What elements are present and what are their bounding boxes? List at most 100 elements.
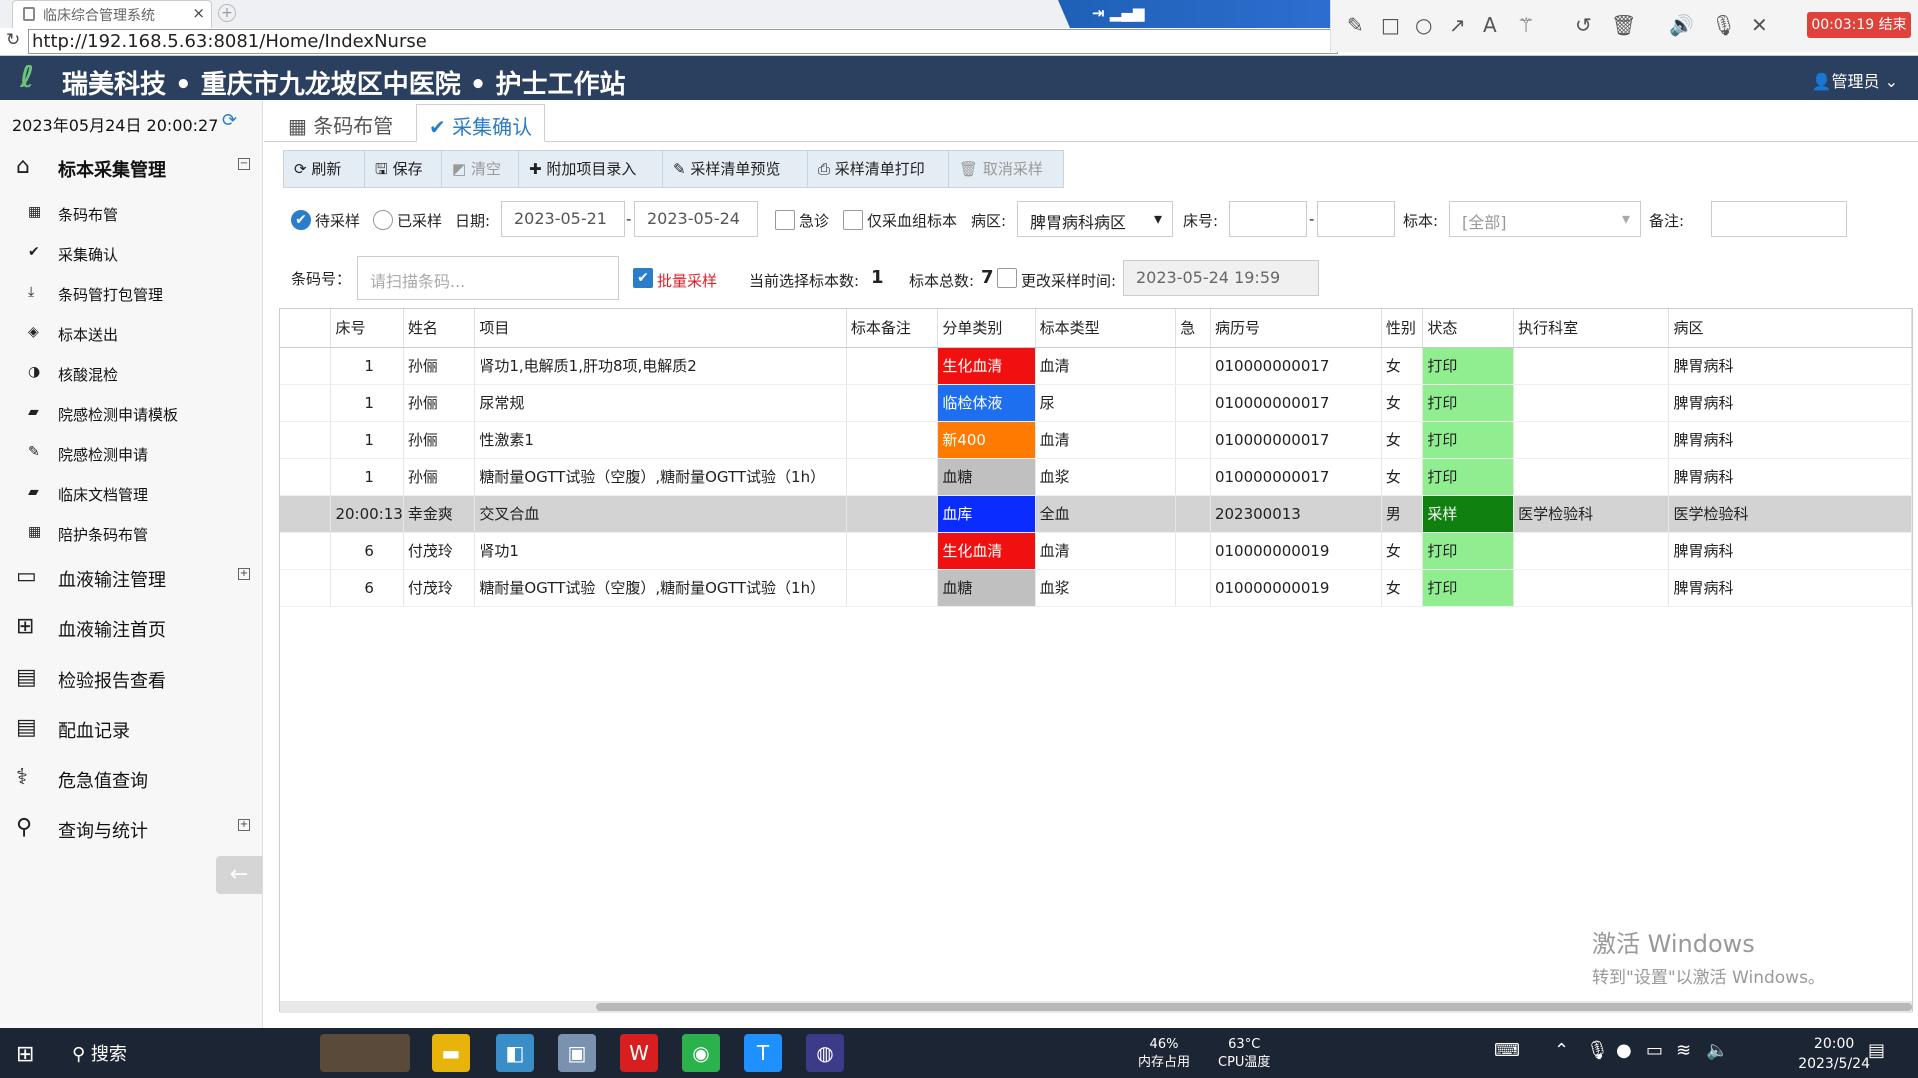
barcode-input[interactable]: 请扫描条码... — [357, 256, 619, 300]
user-menu[interactable]: 👤管理员 ⌄ — [1812, 68, 1898, 92]
text-icon[interactable]: A — [1483, 13, 1497, 37]
microphone-icon[interactable]: 🎙 — [1586, 1040, 1609, 1061]
column-header[interactable]: 急 — [1175, 309, 1211, 348]
pending-radio[interactable]: ✔ — [291, 210, 311, 230]
column-header[interactable]: 床号 — [330, 309, 404, 348]
sidebar-item-pack[interactable]: ⤓ 条码管打包管理 — [0, 276, 262, 312]
expand-icon[interactable]: + — [238, 568, 250, 580]
bed-from-input[interactable] — [1229, 201, 1307, 237]
sidebar-item-template[interactable]: ▰ 院感检测申请模板 — [0, 396, 262, 432]
ward-select[interactable]: 脾胃病科病区 ▾ — [1017, 201, 1173, 237]
wps-icon[interactable]: W — [620, 1034, 658, 1072]
table-row[interactable]: 1 孙俪 糖耐量OGTT试验（空腹）,糖耐量OGTT试验（1h） 血糖 血浆 010000… — [280, 458, 1912, 496]
taskbar-search[interactable]: ⚲ 搜索 — [72, 1040, 127, 1066]
sidebar-item-nucleic[interactable]: ◑ 核酸混检 — [0, 356, 262, 392]
collapse-sidebar-button[interactable]: ← — [216, 856, 262, 894]
column-header[interactable]: 标本类型 — [1035, 309, 1177, 348]
remote-app-icon[interactable]: ▣ — [558, 1034, 596, 1072]
refresh-icon[interactable]: ⟳ — [222, 110, 237, 131]
notification-icon[interactable]: ▤ — [1868, 1040, 1885, 1061]
recording-timer[interactable]: 00:03:19 结束 — [1807, 12, 1911, 38]
specimen-select[interactable]: [全部] ▾ — [1449, 201, 1641, 237]
sidebar-item-collect-confirm[interactable]: ✔ 采集确认 — [0, 236, 262, 272]
close-icon[interactable]: ✕ — [1751, 13, 1768, 37]
close-tab-icon[interactable]: × — [192, 4, 205, 22]
sidebar-group-reports[interactable]: ▤ 检验报告查看 — [0, 655, 262, 701]
column-header[interactable]: 病区 — [1668, 309, 1912, 348]
wifi-icon[interactable]: ≋ — [1676, 1040, 1691, 1061]
arrow-icon[interactable]: ↗ — [1449, 13, 1466, 37]
sidebar-group-critical[interactable]: ⚕ 危急值查询 — [0, 755, 262, 801]
urgent-checkbox[interactable] — [775, 210, 795, 230]
undo-icon[interactable]: ↺ — [1575, 13, 1592, 37]
clear-button[interactable]: ◩ 清空 — [441, 150, 519, 188]
column-header[interactable]: 项目 — [474, 309, 847, 348]
change-time-checkbox[interactable] — [997, 268, 1017, 288]
save-button[interactable]: 🖫 保存 — [364, 150, 442, 188]
file-explorer-icon[interactable]: ▬ — [432, 1034, 470, 1072]
blood-only-checkbox[interactable] — [843, 210, 863, 230]
column-header[interactable]: 标本备注 — [846, 309, 939, 348]
table-row[interactable]: 1 孙俪 性激素1 新400 血清 010000000017 女打印 脾胃病科 — [280, 421, 1912, 459]
battery-icon[interactable]: ▭ — [1646, 1040, 1663, 1061]
cancel-sampling-button[interactable]: 🗑 取消采样 — [948, 150, 1064, 188]
table-row[interactable]: 6 付茂玲 肾功1 生化血清 血清 010000000019 女打印 脾胃病科 — [280, 532, 1912, 570]
sidebar-group-transfusion[interactable]: ▭ 血液输注管理 + — [0, 554, 262, 600]
new-tab-button[interactable]: + — [218, 4, 236, 22]
column-header[interactable]: 性别 — [1381, 309, 1424, 348]
expand-icon[interactable]: + — [238, 819, 250, 831]
tab-collect-confirm[interactable]: ✔ 采集确认 — [416, 104, 546, 142]
sidebar-item-send[interactable]: ◈ 标本送出 — [0, 316, 262, 352]
browser-app-icon[interactable]: ◍ — [806, 1034, 844, 1072]
pencil-icon[interactable]: ✎ — [1347, 13, 1364, 37]
scrollbar-thumb[interactable] — [596, 1003, 1912, 1011]
keyboard-icon[interactable]: ⌨ — [1494, 1040, 1520, 1061]
note-input[interactable] — [1711, 201, 1847, 237]
column-header[interactable]: 分单类别 — [937, 309, 1036, 348]
add-item-button[interactable]: ✚ 附加项目录入 — [518, 150, 663, 188]
url-input[interactable]: http://192.168.5.63:8081/Home/IndexNurse — [28, 29, 1338, 54]
sidebar-group-transfusion-home[interactable]: ⊞ 血液输注首页 — [0, 604, 262, 650]
sampled-radio[interactable] — [373, 210, 393, 230]
sidebar-group-specimen[interactable]: ⌂ 标本采集管理 − — [0, 144, 262, 190]
column-header[interactable]: 病历号 — [1210, 309, 1382, 348]
date-to-input[interactable]: 2023-05-24 — [634, 201, 758, 237]
taskbar-clock[interactable]: 20:00 2023/5/24 — [1798, 1034, 1870, 1074]
microphone-icon[interactable]: 🎙 — [1711, 13, 1736, 37]
notepad-icon[interactable]: ◧ — [496, 1034, 534, 1072]
square-icon[interactable]: □ — [1381, 13, 1400, 37]
sidebar-item-escort-barcode[interactable]: ▦ 陪护条码布管 — [0, 516, 262, 552]
bed-to-input[interactable] — [1317, 201, 1395, 237]
sidebar-group-stats[interactable]: ⚲ 查询与统计 + — [0, 805, 262, 851]
date-from-input[interactable]: 2023-05-21 — [501, 201, 625, 237]
sidebar-item-documents[interactable]: ▰ 临床文档管理 — [0, 476, 262, 512]
table-row[interactable]: 20:00:13 幸金爽 交叉合血 血库 全血 202300013 男采样 医学检验科 医学检验… — [280, 495, 1912, 533]
print-list-button[interactable]: ⎙ 采样清单打印 — [807, 150, 949, 188]
chevron-up-icon[interactable]: ⌃ — [1554, 1040, 1569, 1061]
weather-widget-icon[interactable] — [320, 1034, 410, 1072]
sidebar-item-barcode[interactable]: ▦ 条码布管 — [0, 196, 262, 232]
column-header[interactable]: 状态 — [1422, 309, 1515, 348]
sidebar-item-infection[interactable]: ✎ 院感检测申请 — [0, 436, 262, 472]
reload-icon[interactable]: ↻ — [6, 30, 20, 50]
speaker-icon[interactable]: 🔊 — [1669, 13, 1694, 37]
browser-tab[interactable]: 临床综合管理系统 × — [12, 0, 212, 28]
change-time-input[interactable]: 2023-05-24 19:59 — [1123, 260, 1319, 296]
collapse-icon[interactable]: − — [238, 158, 250, 170]
app-tray-icon[interactable]: ● — [1616, 1040, 1632, 1061]
horizontal-scrollbar[interactable] — [280, 1001, 1912, 1013]
table-row[interactable]: 1 孙俪 肾功1,电解质1,肝功8项,电解质2 生化血清 血清 010000000017 女… — [280, 347, 1912, 385]
tool-app-icon[interactable]: T — [744, 1034, 782, 1072]
circle-icon[interactable]: ○ — [1415, 13, 1432, 37]
column-header[interactable]: 执行科室 — [1513, 309, 1670, 348]
table-row[interactable]: 1 孙俪 尿常规 临检体液尿 010000000017 女打印 脾胃病科 — [280, 384, 1912, 422]
trash-icon[interactable]: 🗑 — [1611, 13, 1636, 37]
wechat-icon[interactable]: ◉ — [682, 1034, 720, 1072]
windows-start-icon[interactable]: ⊞ — [16, 1042, 34, 1067]
refresh-button[interactable]: ⟳ 刷新 — [283, 150, 365, 188]
sidebar-group-crossmatch[interactable]: ▤ 配血记录 — [0, 705, 262, 751]
magic-wand-icon[interactable]: ⚚ — [1517, 13, 1535, 37]
column-header[interactable]: 姓名 — [403, 309, 476, 348]
batch-checkbox[interactable]: ✔ — [633, 268, 653, 288]
volume-icon[interactable]: 🔈 — [1706, 1040, 1728, 1061]
